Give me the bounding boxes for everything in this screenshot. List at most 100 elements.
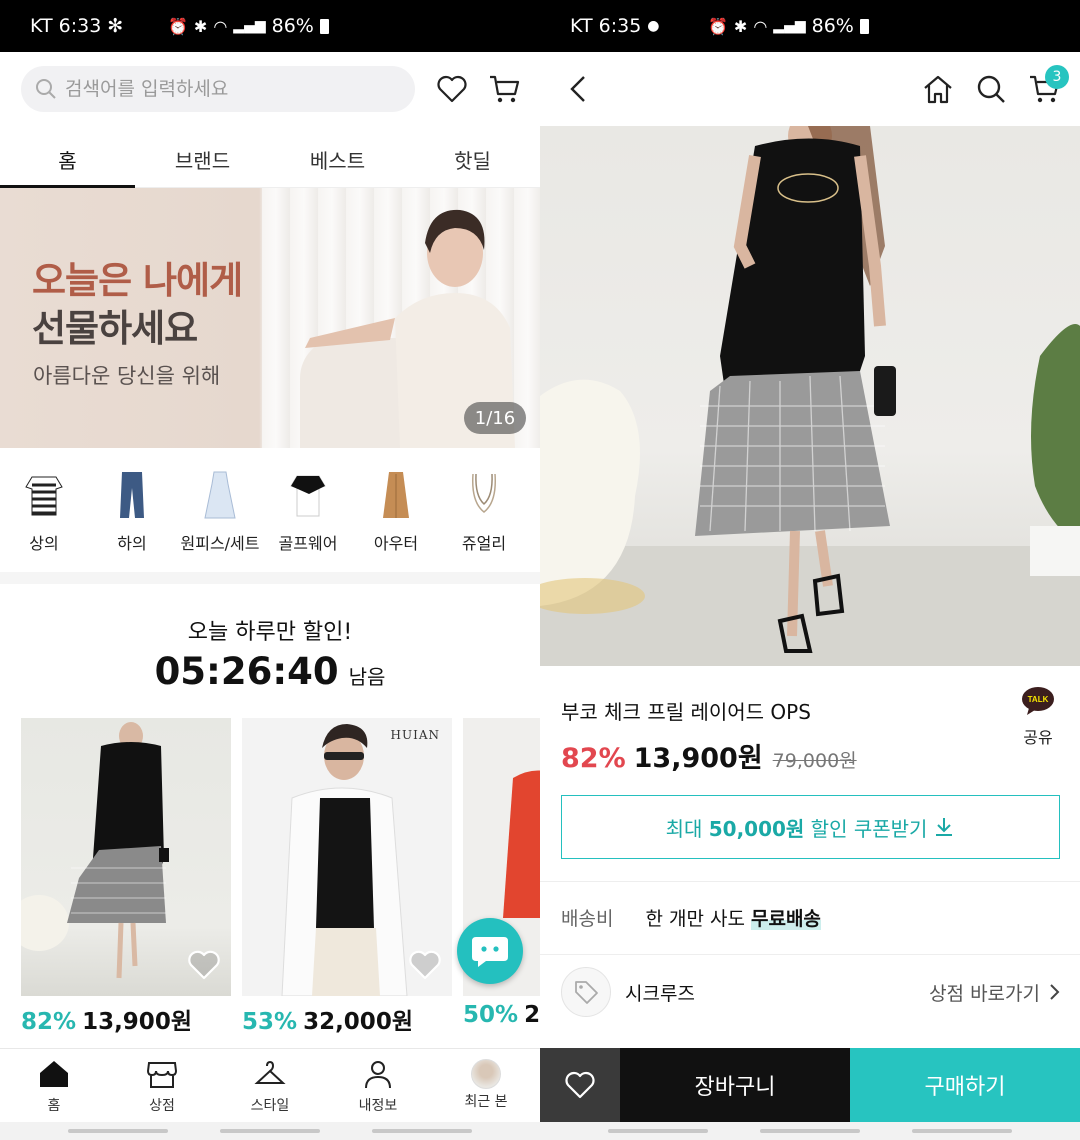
- banner-subtext: 아름다운 당신을 위해: [33, 364, 221, 388]
- tab-brand[interactable]: 브랜드: [135, 128, 270, 187]
- nav-myinfo[interactable]: 내정보: [324, 1049, 432, 1122]
- search-icon[interactable]: [973, 71, 1009, 107]
- category-dresses[interactable]: 원피스/세트: [176, 458, 264, 570]
- bottom-nav: 홈 상점 스타일 내정보 최근 본: [0, 1048, 540, 1122]
- status-bar: KT 6:35 ● ⏰ ✱ ◠ ▂▄▆ 86%: [540, 0, 1080, 52]
- back-arrow-icon[interactable]: [560, 71, 596, 107]
- countdown-remaining-label: 남음: [348, 665, 386, 689]
- product-card[interactable]: 82% 13,900원: [21, 718, 231, 1036]
- nav-label: 상점: [149, 1098, 175, 1114]
- battery-text: 86%: [271, 15, 314, 37]
- tab-hotdeal[interactable]: 핫딜: [405, 128, 540, 187]
- category-label: 하의: [117, 534, 147, 553]
- detail-header: 3: [540, 52, 1080, 126]
- product-price: 82% 13,900원: [21, 1002, 231, 1036]
- system-nav-bar: [0, 1122, 540, 1140]
- bluetooth-icon: ✱: [733, 16, 748, 36]
- bluetooth-icon: ✱: [193, 16, 208, 36]
- banner-headline-2: 선물하세요: [32, 307, 198, 350]
- status-bar: KT 6:33 ✻ ⏰ ✱ ◠ ▂▄▆ 86%: [0, 0, 540, 52]
- jeans-icon: [120, 472, 144, 518]
- battery-icon: [319, 18, 329, 34]
- nav-label: 홈: [47, 1098, 61, 1114]
- category-outer[interactable]: 아우터: [352, 458, 440, 570]
- product-card[interactable]: HUIAN 53% 32,000원: [242, 718, 452, 1036]
- nav-shop[interactable]: 상점: [108, 1049, 216, 1122]
- sale-price: 32,000원: [303, 1009, 413, 1035]
- tab-home[interactable]: 홈: [0, 128, 135, 188]
- signal-icon: ▂▄▆: [773, 18, 806, 34]
- discount-rate: 53%: [242, 1009, 298, 1035]
- talk-notification-icon: ●: [647, 18, 660, 34]
- share-label: 공유: [1023, 728, 1053, 747]
- sale-price: 13,900원: [633, 743, 763, 774]
- hanger-icon: [254, 1060, 286, 1084]
- status-time: KT 6:35: [570, 15, 642, 37]
- category-tops[interactable]: 상의: [0, 458, 88, 570]
- wishlist-heart-icon[interactable]: [408, 950, 442, 984]
- wishlist-heart-icon[interactable]: [187, 950, 221, 984]
- divider: [540, 954, 1080, 955]
- home-icon[interactable]: [920, 71, 956, 107]
- search-bar[interactable]: [21, 66, 415, 112]
- wishlist-heart-icon[interactable]: [434, 71, 470, 107]
- category-row: 상의 하의 원피스/세트 골프웨어 아우터 쥬얼리: [0, 458, 540, 570]
- deal-timer: 05:26:40 남음: [0, 650, 540, 693]
- coupon-download-button[interactable]: 최대 50,000원 할인 쿠폰받기: [561, 795, 1060, 859]
- golf-shirt-icon: [290, 475, 326, 517]
- shipping-key: 배송비: [561, 908, 614, 930]
- nav-style[interactable]: 스타일: [216, 1049, 324, 1122]
- chat-button[interactable]: [457, 918, 523, 984]
- tab-best[interactable]: 베스트: [270, 128, 405, 187]
- category-label: 쥬얼리: [461, 534, 507, 553]
- home-icon: [40, 1061, 68, 1087]
- share-button[interactable]: TALK 공유: [1018, 686, 1058, 748]
- nav-label: 스타일: [250, 1098, 290, 1114]
- free-shipping-label: 무료배송: [750, 908, 821, 930]
- discount-rate: 82%: [561, 743, 626, 774]
- store-link[interactable]: 상점 바로가기: [929, 979, 1060, 1006]
- discount-rate: 82%: [21, 1009, 77, 1035]
- sale-price: 13,900원: [82, 1009, 192, 1035]
- cart-icon[interactable]: [486, 71, 522, 107]
- store-link-label: 상점 바로가기: [929, 982, 1040, 1005]
- product-price: 50%27: [463, 1002, 540, 1028]
- product-image: [21, 718, 231, 996]
- talk-icon-text: TALK: [1028, 695, 1049, 704]
- store-icon: [146, 1062, 178, 1088]
- add-to-cart-button[interactable]: 장바구니: [620, 1048, 850, 1122]
- fan-icon: ✻: [107, 15, 124, 37]
- store-name: 시크루즈: [625, 982, 695, 1005]
- nav-label: 내정보: [358, 1098, 398, 1114]
- wifi-icon: ◠: [753, 16, 768, 36]
- kakaotalk-icon: TALK: [1022, 687, 1054, 715]
- price-section: 82% 13,900원 79,000원: [561, 736, 857, 775]
- buy-now-button[interactable]: 구매하기: [850, 1048, 1080, 1122]
- dress-icon: [204, 471, 236, 519]
- heart-icon: [565, 1071, 595, 1099]
- product-name: 부코 체크 프릴 레이어드 OPS: [561, 700, 811, 724]
- search-icon: [36, 79, 56, 99]
- nav-home[interactable]: 홈: [0, 1049, 108, 1122]
- necklace-icon: [471, 473, 497, 513]
- countdown-clock: 05:26:40: [154, 650, 339, 693]
- chat-bubble-icon: [472, 937, 508, 967]
- chevron-right-icon: [1050, 984, 1060, 1000]
- search-input[interactable]: [65, 78, 385, 100]
- coupon-amount: 50,000원: [708, 816, 805, 841]
- divider: [540, 881, 1080, 882]
- category-bottoms[interactable]: 하의: [88, 458, 176, 570]
- section-divider: [0, 572, 540, 584]
- store-row[interactable]: 시크루즈 상점 바로가기: [561, 966, 1060, 1018]
- nav-recent[interactable]: 최근 본: [432, 1049, 540, 1122]
- product-main-image[interactable]: [540, 126, 1080, 666]
- sale-price: 27: [524, 1002, 540, 1028]
- category-label: 원피스/세트: [180, 534, 260, 553]
- category-golfwear[interactable]: 골프웨어: [264, 458, 352, 570]
- product-image: HUIAN: [242, 718, 452, 996]
- wishlist-button[interactable]: [540, 1048, 620, 1122]
- promo-banner[interactable]: 오늘은 나에게 선물하세요 아름다운 당신을 위해 1/16: [0, 188, 540, 448]
- shipping-info: 배송비 한 개만 사도 무료배송: [561, 904, 821, 931]
- nav-label: 최근 본: [464, 1094, 508, 1110]
- category-jewelry[interactable]: 쥬얼리: [440, 458, 528, 570]
